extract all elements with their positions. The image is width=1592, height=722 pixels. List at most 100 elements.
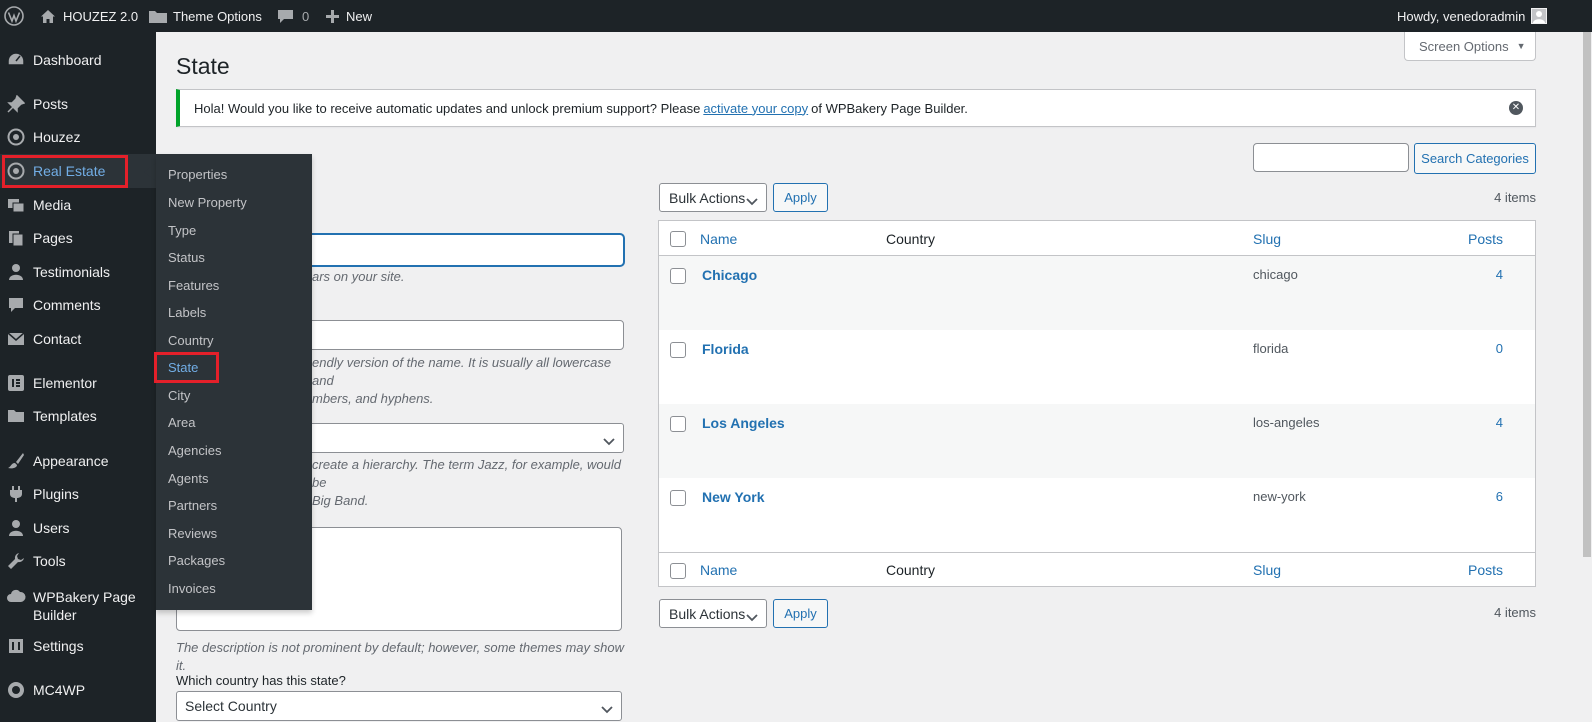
- submenu-area[interactable]: Area: [168, 411, 195, 433]
- menu-testimonials[interactable]: Testimonials: [0, 255, 156, 289]
- site-name: HOUZEZ 2.0: [63, 8, 139, 24]
- plus-icon: [326, 9, 339, 23]
- row-name-link[interactable]: New York: [702, 489, 765, 505]
- select-all-checkbox[interactable]: [670, 231, 686, 247]
- slug-help: endly version of the name. It is usually…: [312, 355, 612, 406]
- submenu-packages[interactable]: Packages: [168, 549, 225, 571]
- submenu-agencies[interactable]: Agencies: [168, 439, 221, 461]
- submenu-partners[interactable]: Partners: [168, 494, 217, 516]
- row-slug: new-york: [1253, 489, 1306, 504]
- submenu-city[interactable]: City: [168, 384, 190, 406]
- menu-dashboard[interactable]: Dashboard: [0, 43, 156, 77]
- admin-bar: HOUZEZ 2.0 Theme Options 0 New Howdy, ve…: [0, 0, 1592, 32]
- folder-icon: [148, 9, 168, 24]
- submenu-features[interactable]: Features: [168, 274, 219, 296]
- column-posts[interactable]: Posts: [1468, 231, 1503, 247]
- menu-comments[interactable]: Comments: [0, 288, 156, 322]
- row-name-link[interactable]: Chicago: [702, 267, 757, 283]
- column-country: Country: [886, 231, 936, 247]
- comments-link[interactable]: 0: [277, 0, 309, 32]
- submenu-state[interactable]: State: [168, 356, 198, 378]
- submenu-reviews[interactable]: Reviews: [168, 522, 217, 544]
- caret-down-icon: ▼: [1516, 41, 1526, 51]
- description-help: The description is not prominent by defa…: [176, 640, 624, 673]
- mail-icon: [6, 329, 26, 349]
- menu-houzez[interactable]: Houzez: [0, 120, 156, 154]
- activate-copy-link[interactable]: activate your copy: [703, 101, 808, 116]
- menu-users[interactable]: Users: [0, 511, 156, 545]
- site-name-link[interactable]: HOUZEZ 2.0: [40, 0, 138, 32]
- bulk-actions-bottom-select[interactable]: Bulk Actions: [659, 599, 767, 628]
- real-estate-submenu: Properties New Property Type Status Feat…: [156, 154, 312, 610]
- search-categories-button[interactable]: Search Categories: [1414, 143, 1536, 174]
- menu-elementor[interactable]: Elementor: [0, 366, 156, 400]
- my-account-link[interactable]: Howdy, venedoradmin: [1397, 0, 1548, 32]
- column-slug-footer[interactable]: Slug: [1253, 562, 1281, 578]
- page-scrollbar[interactable]: [1582, 32, 1592, 722]
- menu-media[interactable]: Media: [0, 188, 156, 222]
- dashboard-icon: [6, 50, 26, 70]
- table-row: Los Angeles los-angeles 4: [659, 404, 1535, 478]
- menu-contact[interactable]: Contact: [0, 322, 156, 356]
- new-label: New: [346, 8, 373, 24]
- row-posts-link[interactable]: 0: [1496, 341, 1503, 356]
- wordpress-logo-icon[interactable]: [4, 0, 24, 32]
- menu-plugins[interactable]: Plugins: [0, 477, 156, 511]
- row-name-link[interactable]: Los Angeles: [702, 415, 785, 431]
- cloud-icon: [6, 586, 26, 606]
- chevron-down-icon: [601, 701, 613, 717]
- menu-posts[interactable]: Posts: [0, 87, 156, 121]
- pin-icon: [6, 94, 26, 114]
- menu-appearance[interactable]: Appearance: [0, 444, 156, 478]
- row-posts-link[interactable]: 4: [1496, 267, 1503, 282]
- bulk-actions-top-select[interactable]: Bulk Actions: [659, 183, 767, 212]
- submenu-country[interactable]: Country: [168, 329, 214, 351]
- parent-help: create a hierarchy. The term Jazz, for e…: [312, 457, 621, 508]
- row-posts-link[interactable]: 4: [1496, 415, 1503, 430]
- submenu-labels[interactable]: Labels: [168, 301, 206, 323]
- menu-mc4wp[interactable]: MC4WP: [0, 673, 156, 707]
- menu-real-estate[interactable]: Real Estate: [0, 154, 156, 188]
- column-name-footer[interactable]: Name: [700, 562, 737, 578]
- row-checkbox[interactable]: [670, 268, 686, 284]
- apply-top-button[interactable]: Apply: [773, 183, 828, 212]
- apply-bottom-button[interactable]: Apply: [773, 599, 828, 628]
- submenu-new-property[interactable]: New Property: [168, 191, 247, 213]
- submenu-type[interactable]: Type: [168, 219, 196, 241]
- column-slug[interactable]: Slug: [1253, 231, 1281, 247]
- dismiss-icon[interactable]: ✕: [1509, 101, 1523, 115]
- menu-templates[interactable]: Templates: [0, 399, 156, 433]
- row-checkbox[interactable]: [670, 342, 686, 358]
- howdy-text: Howdy, venedoradmin: [1397, 8, 1526, 24]
- submenu-properties[interactable]: Properties: [168, 163, 227, 185]
- column-posts-footer[interactable]: Posts: [1468, 562, 1503, 578]
- wrench-icon: [6, 551, 26, 571]
- theme-options-link[interactable]: Theme Options: [148, 0, 262, 32]
- items-count-bottom: 4 items: [1494, 605, 1536, 620]
- users-icon: [6, 518, 26, 538]
- folder-icon: [6, 406, 26, 426]
- menu-wpbakery[interactable]: WPBakery Page Builder: [0, 584, 156, 628]
- scrollbar-thumb[interactable]: [1583, 32, 1591, 557]
- country-select[interactable]: Select Country: [176, 691, 622, 721]
- submenu-status[interactable]: Status: [168, 246, 205, 268]
- houzez-icon: [6, 127, 26, 147]
- new-content-link[interactable]: New: [326, 0, 372, 32]
- menu-settings[interactable]: Settings: [0, 629, 156, 663]
- row-checkbox[interactable]: [670, 416, 686, 432]
- submenu-invoices[interactable]: Invoices: [168, 577, 216, 599]
- location-icon: [6, 161, 26, 181]
- row-name-link[interactable]: Florida: [702, 341, 749, 357]
- submenu-agents[interactable]: Agents: [168, 467, 208, 489]
- table-row: Florida florida 0: [659, 330, 1535, 404]
- screen-options-button[interactable]: Screen Options ▼: [1404, 32, 1536, 61]
- search-input[interactable]: [1253, 143, 1409, 172]
- table-row: Chicago chicago 4: [659, 256, 1535, 330]
- row-checkbox[interactable]: [670, 490, 686, 506]
- column-name[interactable]: Name: [700, 231, 737, 247]
- menu-tools[interactable]: Tools: [0, 544, 156, 578]
- menu-pages[interactable]: Pages: [0, 221, 156, 255]
- row-posts-link[interactable]: 6: [1496, 489, 1503, 504]
- select-all-footer-checkbox[interactable]: [670, 563, 686, 579]
- media-icon: [6, 195, 26, 215]
